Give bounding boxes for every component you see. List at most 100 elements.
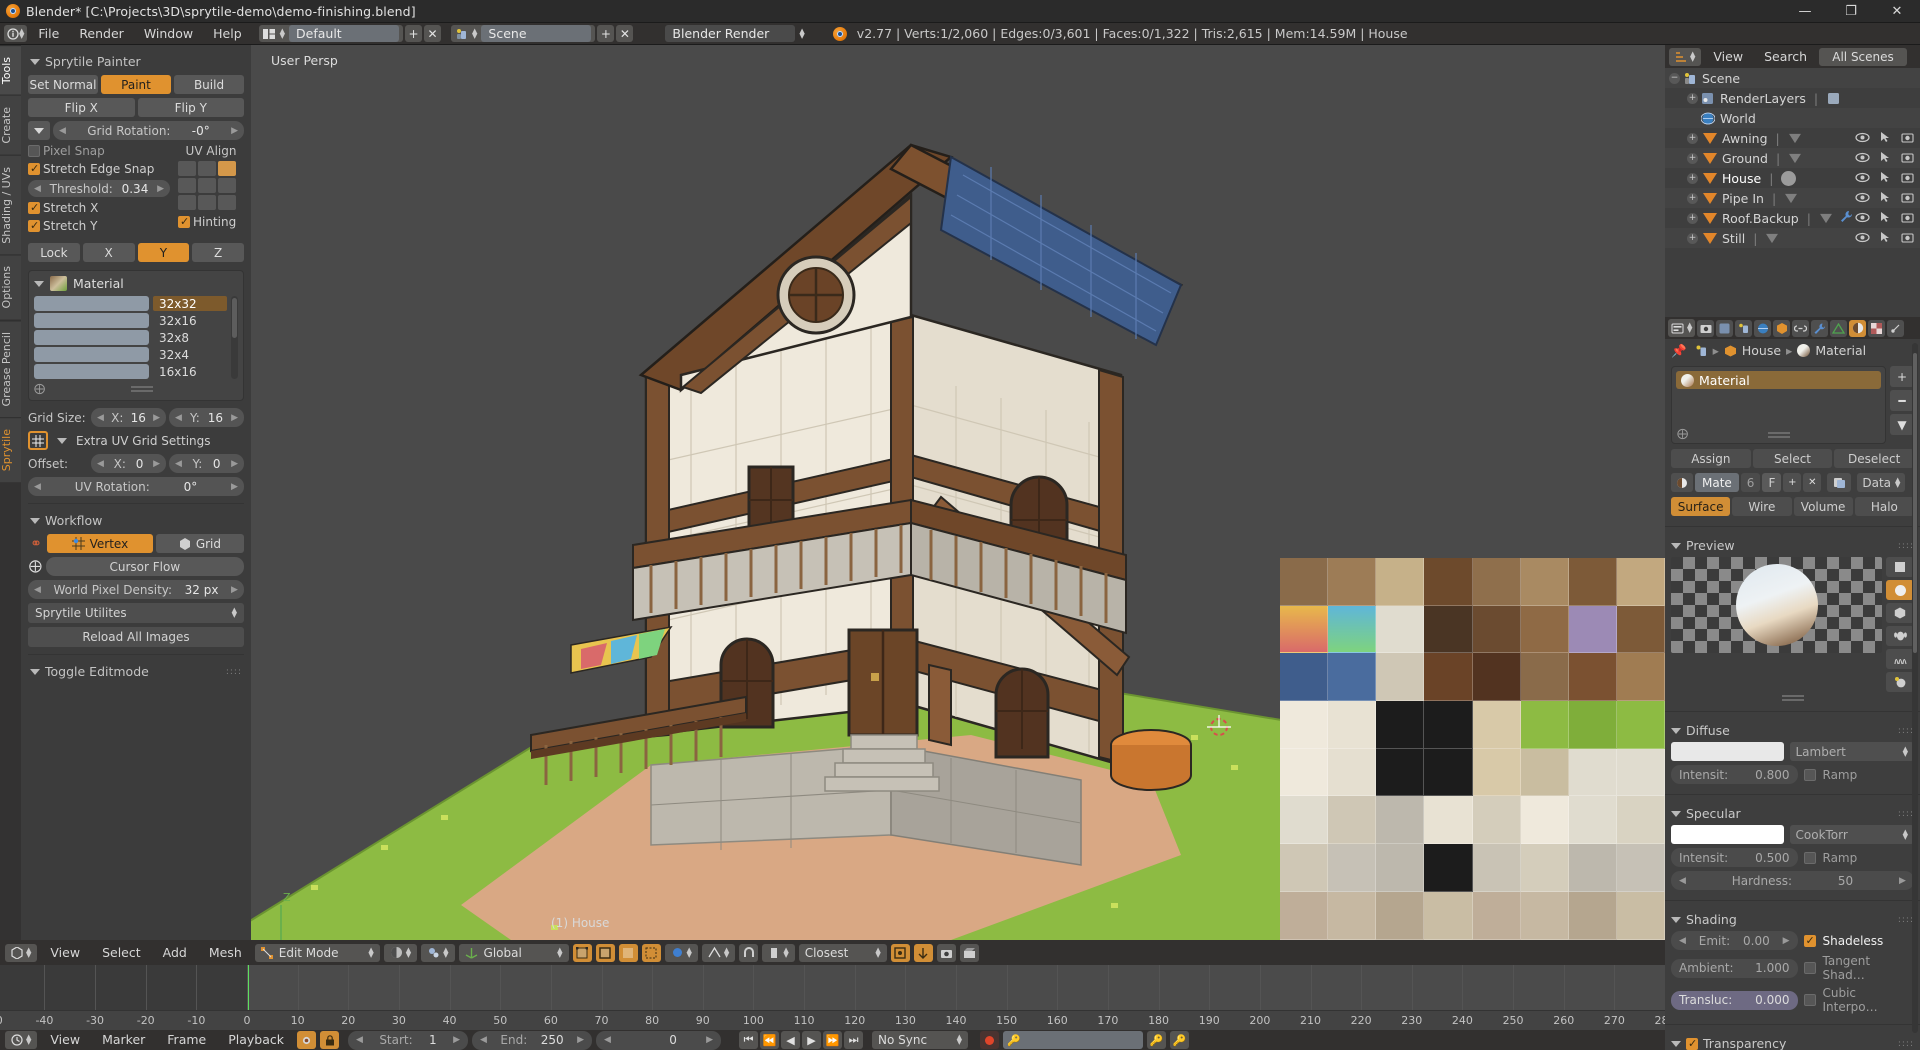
snap-align-rotation-button[interactable] [891, 944, 910, 962]
uv-align-cell[interactable] [178, 161, 196, 176]
uv-align-cell[interactable] [218, 195, 236, 210]
outliner-row-roof-backup[interactable]: + Roof.Backup | [1665, 208, 1920, 228]
restrict-select-icon[interactable] [1880, 151, 1891, 166]
screen-layout-selector[interactable]: ▲▼ Default [259, 25, 403, 42]
snap-project-individual-button[interactable] [914, 944, 933, 962]
add-tile-icon[interactable]: ⨁ [34, 382, 45, 395]
outliner-row-scene[interactable]: − Scene [1665, 68, 1920, 88]
specular-panel-header[interactable]: Specular :::: [1671, 803, 1914, 825]
tile-cell[interactable] [1569, 844, 1617, 892]
build-button[interactable]: Build [174, 75, 244, 94]
stretch-edge-snap-checkbox[interactable] [28, 163, 40, 175]
tile-cell[interactable] [1280, 749, 1328, 797]
outliner-row-ground[interactable]: + Ground | [1665, 148, 1920, 168]
grid-snap-button[interactable]: Grid [156, 534, 244, 553]
offset-x-field[interactable]: ◀X: 0▶ [91, 454, 166, 473]
tile-cell[interactable] [1280, 606, 1328, 654]
tab-halo[interactable]: Halo [1855, 497, 1914, 516]
tab-wire[interactable]: Wire [1732, 497, 1791, 516]
transparency-panel-header[interactable]: Transparency :::: [1671, 1033, 1914, 1050]
emit-field[interactable]: ◀ Emit: 0.00 ▶ [1671, 931, 1798, 950]
material-name-field[interactable]: Mate [1695, 473, 1739, 492]
restrict-select-icon[interactable] [1880, 211, 1891, 226]
material-copy-icon[interactable] [1827, 473, 1851, 492]
tile-cell[interactable] [1569, 796, 1617, 844]
pixel-snap-row[interactable]: Pixel Snap [28, 144, 170, 158]
modifiers-tab-icon[interactable] [1811, 320, 1828, 337]
tile-cell[interactable] [1424, 844, 1472, 892]
expand-icon[interactable]: + [1687, 93, 1698, 104]
scene-value[interactable]: Scene [481, 25, 591, 42]
uv-align-cell[interactable] [178, 195, 196, 210]
uv-rotation-field[interactable]: ◀ UV Rotation: 0° ▶ [28, 477, 244, 496]
sidebar-tab-sprytile[interactable]: Sprytile [0, 417, 21, 482]
diffuse-ramp-checkbox[interactable] [1804, 769, 1816, 781]
tile-cell[interactable] [1473, 653, 1521, 701]
tile-list-scrollbar[interactable] [231, 296, 238, 379]
reload-all-images-button[interactable]: Reload All Images [28, 627, 244, 647]
specular-shader-selector[interactable]: CookTorr ▲▼ [1790, 825, 1915, 844]
tile-cell[interactable] [1376, 558, 1424, 606]
sidebar-tab-tools[interactable]: Tools [0, 45, 21, 95]
restrict-view-icon[interactable] [1855, 131, 1870, 146]
tile-cell[interactable] [1521, 558, 1569, 606]
viewport-menu-select[interactable]: Select [93, 944, 150, 962]
maximize-button[interactable]: ❐ [1828, 0, 1874, 23]
tangent-shading-row[interactable]: Tangent Shad… [1804, 954, 1915, 982]
assign-button[interactable]: Assign [1671, 449, 1751, 468]
world-tab-icon[interactable] [1754, 320, 1771, 337]
tile-cell[interactable] [1473, 844, 1521, 892]
pivot-point-selector[interactable]: ▲▼ [421, 944, 454, 962]
tangent-shading-checkbox[interactable] [1804, 962, 1816, 974]
delete-layout-button[interactable]: ✕ [424, 25, 441, 42]
previous-keyframe-button[interactable]: ⏪ [760, 1031, 779, 1049]
restrict-view-icon[interactable] [1855, 191, 1870, 206]
tile-cell[interactable] [1521, 606, 1569, 654]
timeline-editor[interactable]: -50-40-30-20-100102030405060708090100110… [0, 965, 1665, 1050]
threshold-field[interactable]: ◀ Threshold: 0.34 ▶ [28, 180, 170, 197]
tile-cell[interactable] [1328, 796, 1376, 844]
tile-cell[interactable] [1569, 606, 1617, 654]
material-browse-icon[interactable] [1671, 473, 1693, 492]
properties-editor[interactable]: ▲▼ [1665, 317, 1920, 1050]
start-frame-field[interactable]: ◀Start: 1▶ [348, 1031, 468, 1050]
tile-cell[interactable] [1521, 844, 1569, 892]
specular-intensity-field[interactable]: Intensit: 0.500 [1671, 848, 1798, 867]
tile-cell[interactable] [1521, 701, 1569, 749]
flip-x-button[interactable]: Flip X [28, 98, 135, 117]
stretch-edge-snap-row[interactable]: Stretch Edge Snap [28, 162, 170, 176]
uv-align-cell[interactable] [198, 161, 216, 176]
tile-cell[interactable] [1280, 653, 1328, 701]
tile-cell[interactable] [1424, 701, 1472, 749]
data-link-selector[interactable]: Data ▲▼ [1857, 473, 1905, 492]
tile-swatch[interactable] [34, 330, 149, 345]
tile-cell[interactable] [1521, 749, 1569, 797]
timeline-menu-playback[interactable]: Playback [219, 1031, 293, 1049]
restrict-render-icon[interactable] [1901, 131, 1914, 146]
diffuse-intensity-field[interactable]: Intensit: 0.800 [1671, 765, 1798, 784]
tile-cell[interactable] [1376, 796, 1424, 844]
restrict-view-icon[interactable] [1855, 151, 1870, 166]
editor-type-timeline-icon[interactable]: ▲▼ [5, 1031, 37, 1049]
select-button[interactable]: Select [1753, 449, 1833, 468]
tile-cell[interactable] [1473, 558, 1521, 606]
tile-cell[interactable] [1280, 844, 1328, 892]
tile-size-32x8[interactable]: 32x8 [153, 330, 227, 345]
tile-cell[interactable] [1617, 558, 1665, 606]
diffuse-ramp-row[interactable]: Ramp [1804, 768, 1915, 782]
expand-icon[interactable]: + [1687, 193, 1698, 204]
restrict-render-icon[interactable] [1901, 191, 1914, 206]
lock-button[interactable]: Lock [28, 243, 80, 262]
tile-swatch[interactable] [34, 347, 149, 362]
tile-cell[interactable] [1328, 844, 1376, 892]
end-frame-field[interactable]: ◀End: 250▶ [472, 1031, 592, 1050]
tile-cell[interactable] [1424, 892, 1472, 940]
record-button[interactable] [980, 1031, 999, 1049]
3d-viewport[interactable]: User Persp [251, 45, 1665, 940]
sidebar-tab-create[interactable]: Create [0, 95, 21, 155]
timeline-menu-marker[interactable]: Marker [93, 1031, 154, 1049]
hinting-row[interactable]: Hinting [178, 215, 244, 229]
tile-cell[interactable] [1617, 796, 1665, 844]
restrict-view-icon[interactable] [1855, 211, 1870, 226]
tile-cell[interactable] [1328, 558, 1376, 606]
